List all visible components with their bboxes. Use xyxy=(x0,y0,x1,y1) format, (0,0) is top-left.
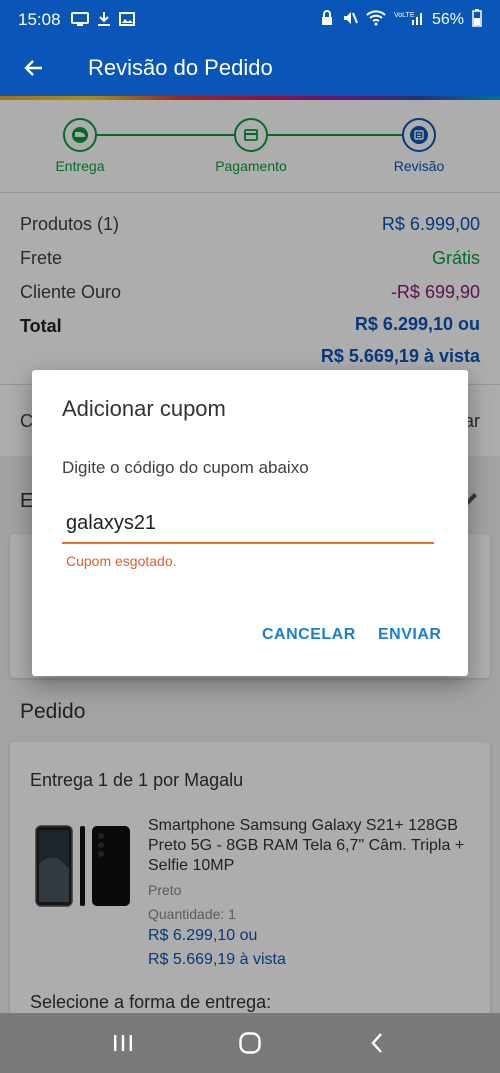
chevron-left-icon xyxy=(371,1033,382,1053)
battery-icon xyxy=(472,8,482,32)
dialog-title: Adicionar cupom xyxy=(62,396,226,421)
back-nav-button[interactable] xyxy=(347,1018,407,1068)
system-nav-bar xyxy=(0,1013,500,1073)
page-title: Revisão do Pedido xyxy=(88,55,273,80)
status-time: 15:08 xyxy=(18,10,61,29)
home-icon xyxy=(239,1032,261,1054)
app-bar: Revisão do Pedido xyxy=(0,40,500,96)
home-button[interactable] xyxy=(220,1018,280,1068)
wifi-icon xyxy=(366,9,386,31)
svg-text:VoLTE: VoLTE xyxy=(394,12,415,19)
coupon-dialog: Adicionar cupom Digite o código do cupom… xyxy=(32,370,468,676)
back-button[interactable] xyxy=(0,40,68,96)
send-button[interactable]: ENVIAR xyxy=(378,626,441,644)
signal-icon: VoLTE xyxy=(394,10,424,31)
battery-label: 56% xyxy=(431,11,464,28)
recents-icon xyxy=(114,1035,133,1051)
dialog-subtitle: Digite o código do cupom abaixo xyxy=(62,458,309,477)
lock-icon xyxy=(320,9,334,31)
arrow-left-icon xyxy=(24,60,42,76)
mute-icon xyxy=(342,10,358,31)
image-icon xyxy=(118,11,135,29)
cast-icon xyxy=(70,11,89,29)
recent-apps-button[interactable] xyxy=(93,1018,153,1068)
coupon-error-message: Cupom esgotado. xyxy=(66,553,177,569)
download-icon xyxy=(97,11,111,30)
coupon-code-input[interactable] xyxy=(62,504,434,544)
status-bar: 15:08 VoLTE 56% xyxy=(0,0,500,40)
cancel-button[interactable]: CANCELAR xyxy=(262,626,356,644)
